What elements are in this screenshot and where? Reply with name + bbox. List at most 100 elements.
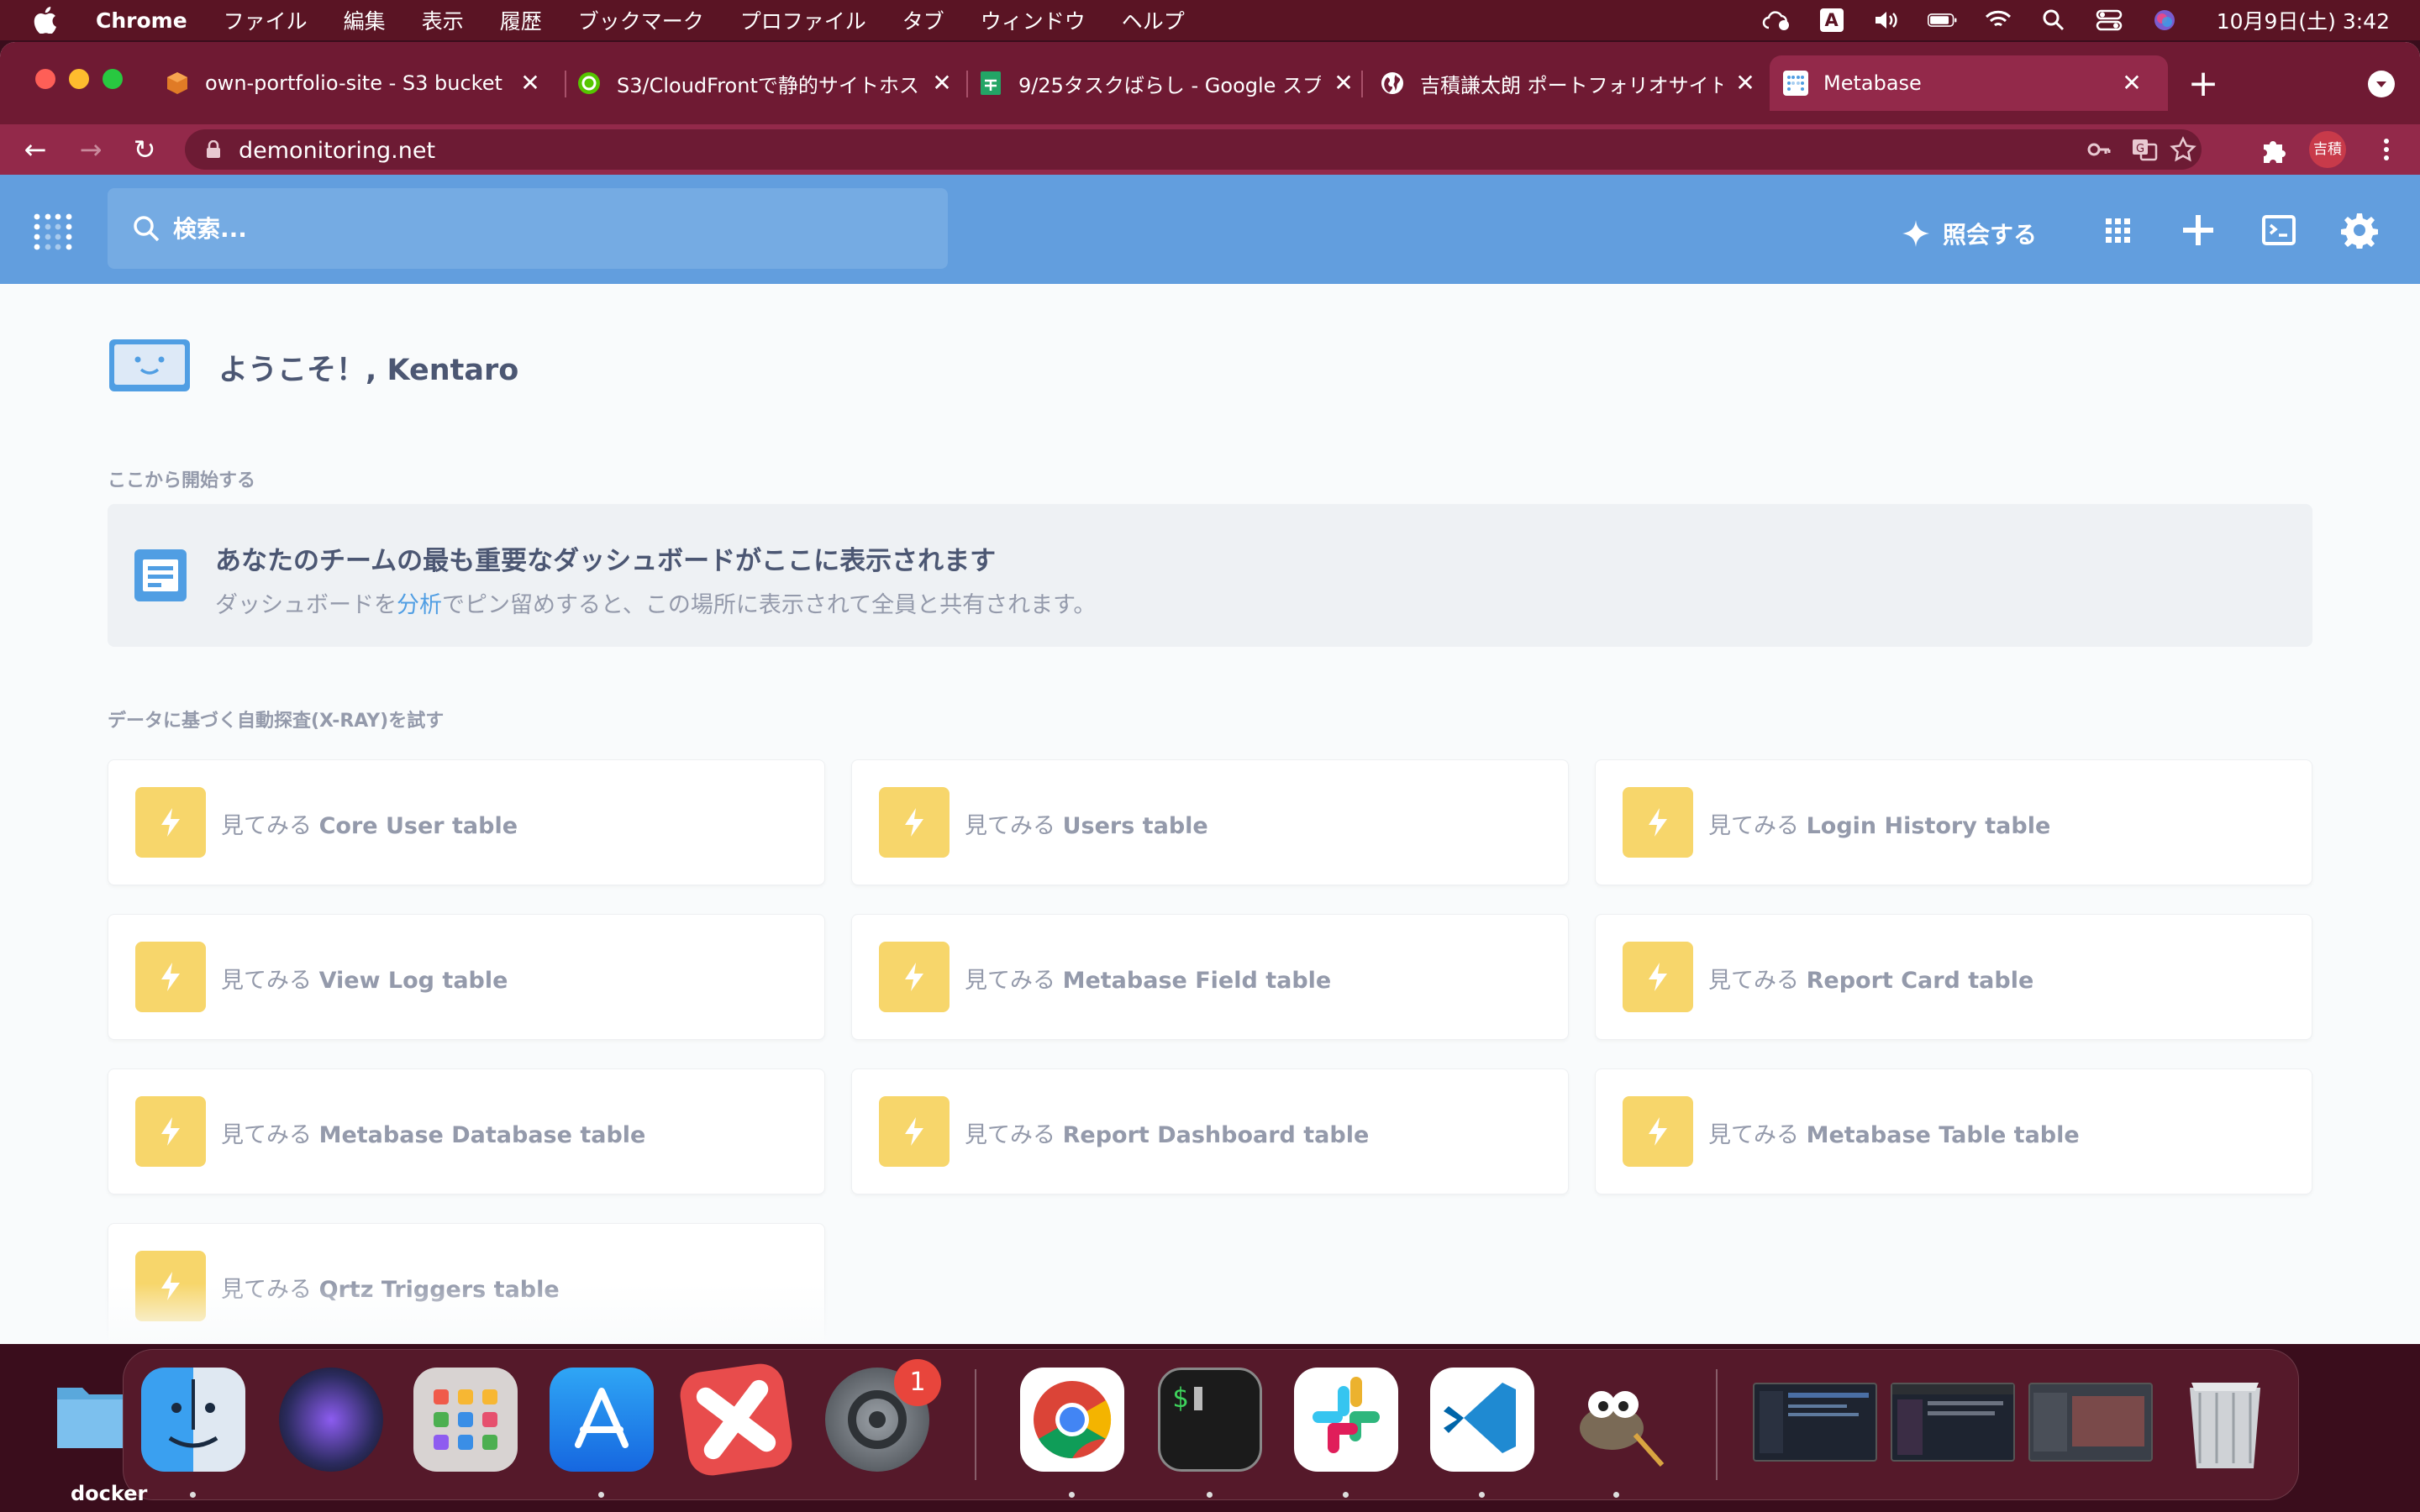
pinned-desc-suffix: でピン留めすると、この場所に表示されて全員と共有されます。 — [442, 592, 1097, 618]
spotlight-search-icon[interactable] — [2039, 8, 2069, 33]
forward-button[interactable]: → — [76, 134, 106, 165]
tab-metabase[interactable]: Metabase ✕ — [1770, 55, 2168, 111]
new-item-plus-icon[interactable] — [2180, 212, 2217, 249]
menu-window[interactable]: ウィンドウ — [981, 5, 1086, 35]
search-input[interactable] — [173, 207, 913, 250]
tab-google-sheets[interactable]: 9/25タスクばらし - Google スプレ ✕ — [978, 55, 1380, 111]
menu-bookmarks[interactable]: ブックマーク — [578, 5, 704, 35]
cloud-status-icon[interactable] — [1761, 8, 1791, 33]
terminal-app-icon[interactable]: $ — [1158, 1368, 1262, 1472]
close-tab-icon[interactable]: ✕ — [2119, 71, 2144, 96]
close-tab-icon[interactable]: ✕ — [1331, 71, 1356, 96]
xray-card[interactable]: 見てみる Report Dashboard table — [851, 1068, 1569, 1194]
trash-icon[interactable] — [2175, 1368, 2275, 1472]
svg-text:$: $ — [1172, 1382, 1188, 1414]
new-tab-button[interactable]: + — [2186, 66, 2220, 102]
vscode-app-icon[interactable] — [1430, 1368, 1534, 1472]
menu-app-chrome[interactable]: Chrome — [96, 8, 187, 33]
menu-history[interactable]: 履歴 — [500, 5, 542, 35]
dashboard-icon — [133, 548, 188, 603]
siri-app-icon[interactable] — [279, 1368, 383, 1472]
metabase-icon — [1783, 71, 1808, 96]
input-source-icon[interactable]: A — [1817, 8, 1847, 33]
xray-card[interactable]: 見てみる Core User table — [108, 759, 825, 885]
xray-card-label: 見てみる Core User table — [221, 807, 518, 840]
lightning-bolt-icon — [135, 1096, 206, 1167]
reload-button[interactable]: ↻ — [129, 134, 160, 165]
globe-icon — [1380, 71, 1405, 96]
menu-view[interactable]: 表示 — [422, 5, 464, 35]
close-tab-icon[interactable]: ✕ — [518, 71, 543, 96]
close-tab-icon[interactable]: ✕ — [929, 71, 955, 96]
tab-title: Metabase — [1823, 71, 1922, 95]
xray-card[interactable]: 見てみる Login History table — [1595, 759, 2312, 885]
chrome-app-icon[interactable] — [1020, 1368, 1124, 1472]
lightning-bolt-icon — [135, 942, 206, 1012]
minimized-window-gimp[interactable] — [2028, 1383, 2153, 1462]
tab-search-button[interactable] — [2368, 71, 2395, 97]
menu-help[interactable]: ヘルプ — [1122, 5, 1185, 35]
docker-folder-icon[interactable] — [54, 1374, 126, 1458]
minimized-window-vscode[interactable] — [1753, 1383, 1877, 1462]
qiita-icon — [576, 71, 602, 96]
apple-menu-icon[interactable] — [34, 0, 67, 40]
browse-data-grid-icon[interactable] — [2099, 212, 2136, 249]
notification-badge: 1 — [894, 1359, 941, 1406]
wifi-icon[interactable] — [1983, 8, 2013, 33]
tab-portfolio[interactable]: 吉積謙太朗 ポートフォリオサイト ✕ — [1380, 55, 1781, 111]
extensions-puzzle-icon[interactable] — [2259, 134, 2289, 165]
lightning-bolt-icon — [879, 1096, 950, 1167]
xray-table-name: Core User table — [318, 813, 518, 839]
gimp-app-icon[interactable] — [1565, 1368, 1669, 1472]
menu-tab[interactable]: タブ — [902, 5, 944, 35]
ask-question-button[interactable]: 照会する — [1901, 217, 2037, 250]
metabase-logo-icon[interactable] — [32, 210, 74, 252]
start-here-heading: ここから開始する — [108, 470, 256, 491]
xmind-app-icon[interactable] — [676, 1360, 796, 1479]
xray-card[interactable]: 見てみる Metabase Field table — [851, 914, 1569, 1040]
url-text: demonitoring.net — [239, 138, 436, 164]
menubar-clock[interactable]: 10月9日(土) 3:42 — [2217, 5, 2390, 35]
finder-app-icon[interactable] — [141, 1368, 245, 1472]
close-window-button[interactable] — [35, 69, 55, 89]
xray-table-name: Metabase Field table — [1062, 968, 1332, 994]
close-tab-icon[interactable]: ✕ — [1733, 71, 1758, 96]
xray-card[interactable]: 見てみる View Log table — [108, 914, 825, 1040]
xray-card-label: 見てみる Metabase Table table — [1708, 1116, 2080, 1149]
back-button[interactable]: ← — [20, 134, 50, 165]
app-store-app-icon[interactable] — [550, 1368, 654, 1472]
sql-editor-icon[interactable] — [2260, 212, 2297, 249]
xray-card[interactable]: 見てみる Metabase Database table — [108, 1068, 825, 1194]
docker-folder-label: docker — [71, 1482, 148, 1505]
profile-avatar[interactable]: 吉積 — [2309, 131, 2346, 168]
bookmark-star-icon[interactable] — [2170, 136, 2196, 163]
tab-strip: own-portfolio-site - S3 bucket ✕ S3/Clou… — [0, 42, 2420, 124]
minimized-window-slack[interactable] — [1891, 1383, 2015, 1462]
xray-card[interactable]: 見てみる Users table — [851, 759, 1569, 885]
volume-icon[interactable] — [1872, 8, 1902, 33]
xray-card[interactable]: 見てみる Report Card table — [1595, 914, 2312, 1040]
tab-qiita-article[interactable]: S3/CloudFrontで静的サイトホスティ ✕ — [576, 55, 978, 111]
battery-icon[interactable] — [1927, 8, 1958, 33]
lock-icon[interactable] — [205, 140, 222, 159]
launchpad-app-icon[interactable] — [413, 1368, 518, 1472]
siri-icon[interactable] — [2149, 8, 2180, 33]
translate-icon[interactable]: G — [2131, 136, 2158, 163]
slack-app-icon[interactable] — [1294, 1368, 1398, 1472]
settings-gear-icon[interactable] — [2341, 212, 2378, 249]
control-center-icon[interactable] — [2094, 8, 2124, 33]
zoom-window-button[interactable] — [103, 69, 123, 89]
tab-s3-bucket[interactable]: own-portfolio-site - S3 bucket ✕ — [165, 55, 566, 111]
menu-profile[interactable]: プロファイル — [740, 5, 866, 35]
address-bar[interactable]: demonitoring.net G — [185, 129, 2202, 170]
minimize-window-button[interactable] — [69, 69, 89, 89]
scroll-fade — [0, 1284, 2420, 1344]
analytics-link[interactable]: 分析 — [397, 592, 442, 618]
password-key-icon[interactable] — [2086, 136, 2112, 163]
chrome-menu-icon[interactable] — [2371, 134, 2402, 165]
menu-file[interactable]: ファイル — [224, 5, 308, 35]
xray-table-name: Metabase Table table — [1806, 1122, 2080, 1148]
xray-card[interactable]: 見てみる Metabase Table table — [1595, 1068, 2312, 1194]
menu-edit[interactable]: 編集 — [344, 5, 386, 35]
metabase-search-box[interactable] — [108, 188, 948, 269]
